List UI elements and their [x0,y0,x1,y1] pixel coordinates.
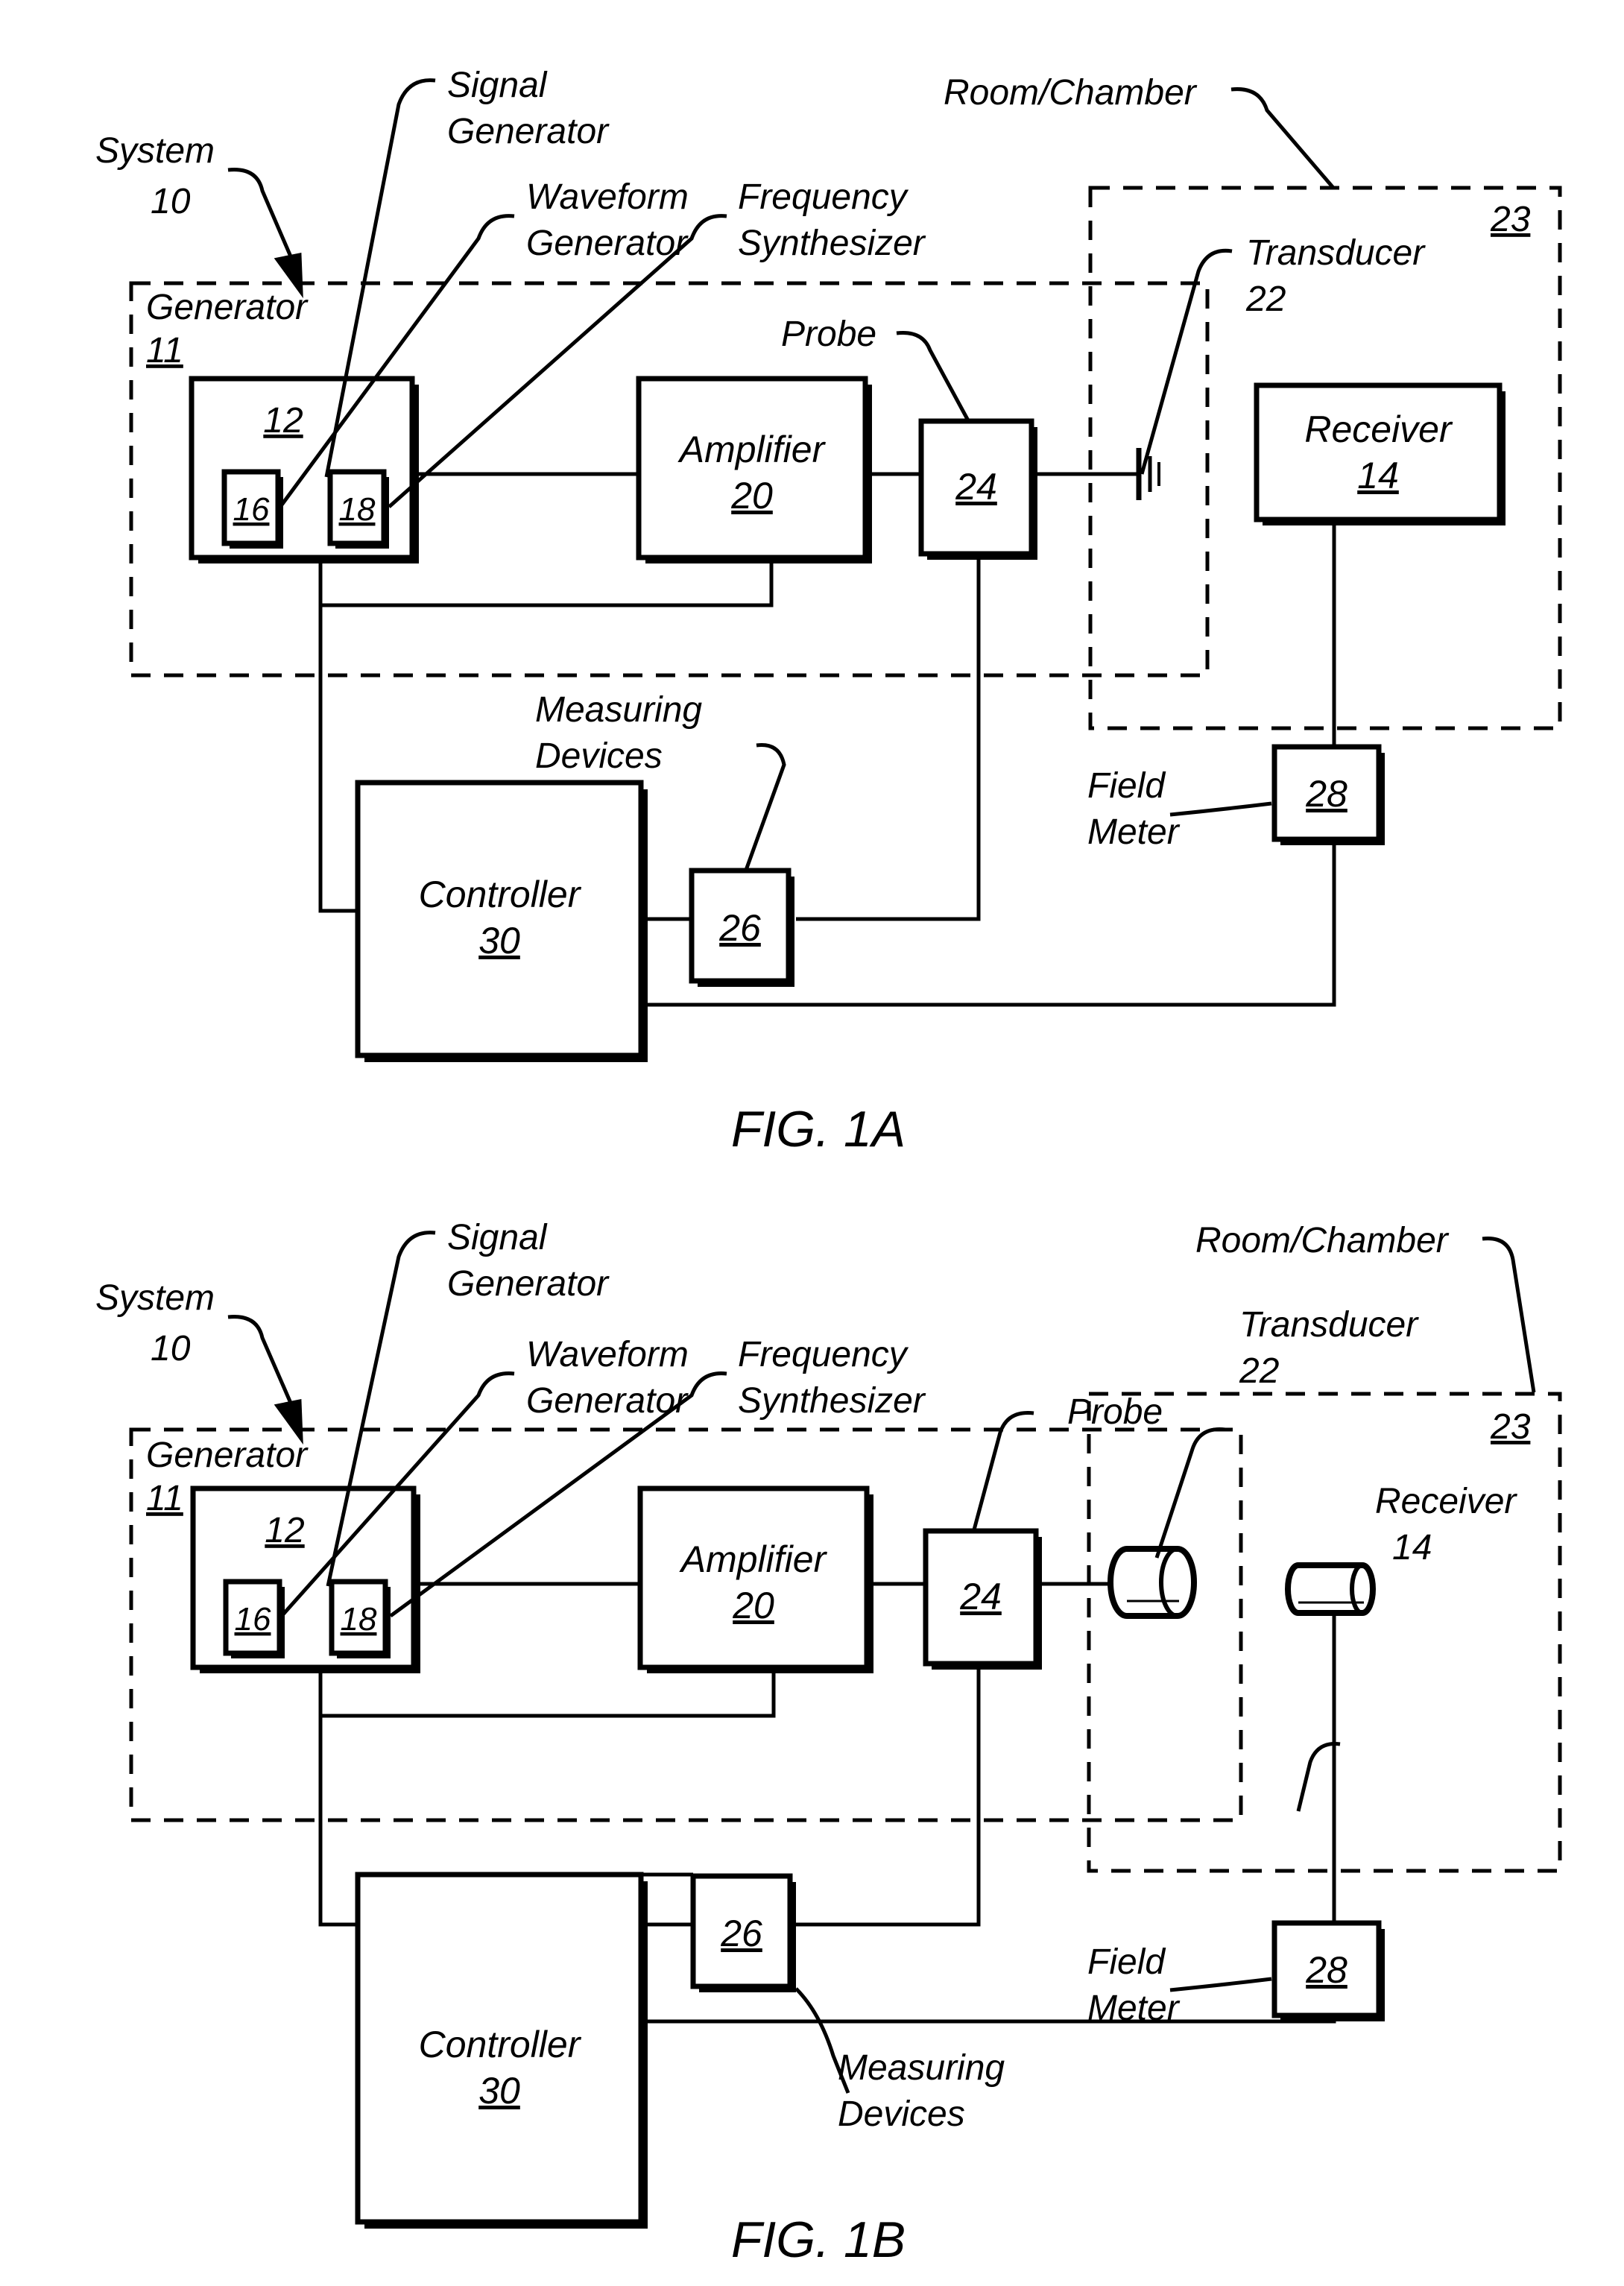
generator-boundary-ref-a: 11 [146,331,183,370]
waveform-generator-label-line2-a: Generator [526,224,689,263]
frequency-synthesizer-label-line2-a: Synthesizer [738,224,926,263]
ref-12-b: 12 [265,1511,304,1550]
ref-26-b: 26 [720,1913,762,1954]
waveform-generator-label-line1-a: Waveform [526,177,689,217]
frequency-synthesizer-label-line1-b: Frequency [738,1335,909,1374]
transducer-label-b: Transducer [1239,1305,1419,1345]
signal-generator-label-line2-b: Generator [447,1264,610,1304]
generator-boundary-label-a: Generator [146,288,309,327]
measuring-devices-label-line1-b: Measuring [838,2048,1005,2088]
figure-1b: System 10 Signal Generator Waveform Gene… [95,1218,1562,2268]
ref-18-a: 18 [339,491,376,528]
ref-14-a: 14 [1357,455,1399,496]
ref-18-b: 18 [341,1601,377,1638]
measuring-devices-label-line1-a: Measuring [535,690,702,730]
ref-20-a: 20 [730,475,773,517]
ref-24-a: 24 [955,466,997,508]
chamber-ref-a: 23 [1490,200,1531,239]
receiver-number-b: 14 [1392,1528,1432,1567]
ref-28-a: 28 [1305,773,1347,815]
ref-26-a: 26 [718,907,761,949]
waveform-generator-label-line1-b: Waveform [526,1335,689,1374]
measuring-devices-label-line2-a: Devices [535,736,663,776]
probe-label-a: Probe [781,315,876,354]
generator-boundary-label-b: Generator [146,1436,309,1475]
ref-12-a: 12 [263,401,303,441]
figure-1a-caption: FIG. 1A [731,1101,906,1158]
amplifier-label-b: Amplifier [679,1538,828,1580]
frequency-synthesizer-label-line1-a: Frequency [738,177,909,217]
signal-generator-label-line1-a: Signal [447,66,548,105]
transducer-label-a: Transducer [1246,233,1426,273]
room-chamber-label-a: Room/Chamber [944,73,1198,113]
ref-30-b: 30 [478,2070,520,2112]
amplifier-box-b [637,1485,873,1673]
ref-16-a: 16 [233,491,270,528]
field-meter-label-line1-a: Field [1087,766,1166,806]
receiver-label-b: Receiver [1375,1482,1517,1521]
system-label-a: System [95,131,215,171]
figures-canvas: System 10 Signal Generator Waveform Gene… [95,66,1562,2268]
system-label-b: System [95,1278,215,1318]
field-meter-label-line2-b: Meter [1087,1989,1181,2028]
amplifier-box [636,376,872,563]
ref-16-b: 16 [235,1601,271,1638]
generator-boundary-ref-b: 11 [146,1479,183,1518]
controller-label-a: Controller [419,874,582,915]
measuring-devices-label-line2-b: Devices [838,2094,965,2134]
system-number-a: 10 [151,182,191,221]
receiver-label-a: Receiver [1304,408,1453,450]
frequency-synthesizer-label-line2-b: Synthesizer [738,1381,926,1421]
figure-1b-caption: FIG. 1B [731,2211,906,2268]
probe-label-b: Probe [1067,1392,1163,1432]
transducer-cylinder-b [1108,1546,1197,1619]
signal-generator-label-line2-a: Generator [447,112,610,151]
ref-30-a: 30 [478,920,520,962]
chamber-ref-b: 23 [1490,1407,1531,1447]
ref-24-b: 24 [959,1576,1002,1617]
amplifier-label-a: Amplifier [677,429,827,470]
transducer-number-b: 22 [1239,1351,1279,1391]
figure-1a: System 10 Signal Generator Waveform Gene… [95,66,1562,1158]
transducer-number-a: 22 [1245,280,1286,319]
ref-28-b: 28 [1305,1949,1347,1991]
controller-label-b: Controller [419,2024,582,2065]
signal-generator-label-line1-b: Signal [447,1218,548,1257]
system-number-b: 10 [151,1329,191,1368]
field-meter-label-line2-a: Meter [1087,812,1181,852]
patent-drawing-sheet: System 10 Signal Generator Waveform Gene… [0,0,1624,2286]
field-meter-label-line1-b: Field [1087,1942,1166,1982]
waveform-generator-label-line2-b: Generator [526,1381,689,1421]
ref-20-b: 20 [732,1585,774,1626]
room-chamber-label-b: Room/Chamber [1195,1221,1450,1260]
room-chamber-dashed-boundary-b [1087,1392,1562,1873]
receiver-cylinder-b [1285,1562,1376,1616]
